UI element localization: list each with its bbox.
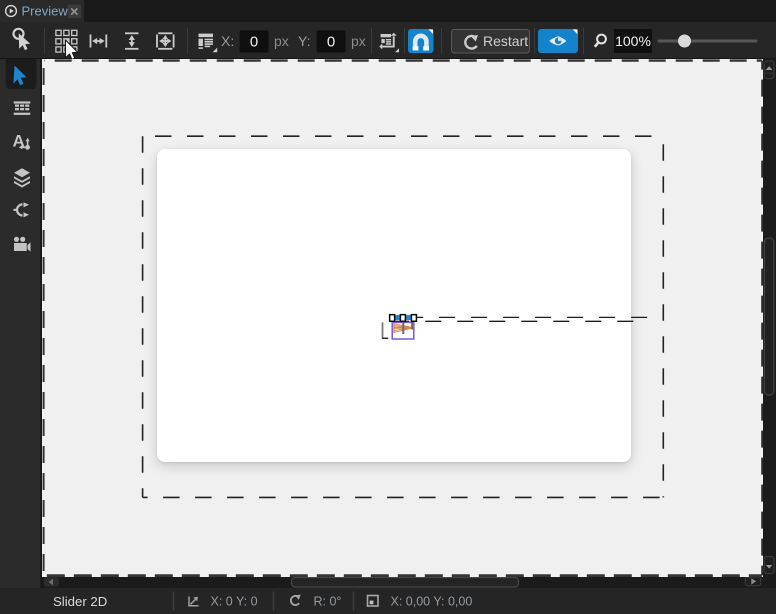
svg-text:0: 0 (250, 34, 258, 51)
svg-text:100%: 100% (615, 33, 651, 49)
svg-text:px: px (351, 33, 366, 49)
svg-text:R: 0°: R: 0° (314, 595, 342, 609)
svg-text:Preview: Preview (22, 4, 69, 19)
svg-text:Restart: Restart (483, 33, 528, 49)
svg-text:0: 0 (327, 34, 335, 51)
svg-text:Y:: Y: (298, 33, 310, 49)
svg-text:X: 0 Y: 0: X: 0 Y: 0 (211, 595, 258, 609)
svg-text:X: 0,00 Y: 0,00: X: 0,00 Y: 0,00 (391, 595, 473, 609)
svg-text:Slider 2D: Slider 2D (53, 594, 107, 609)
svg-text:X:: X: (221, 33, 234, 49)
svg-text:px: px (274, 33, 289, 49)
